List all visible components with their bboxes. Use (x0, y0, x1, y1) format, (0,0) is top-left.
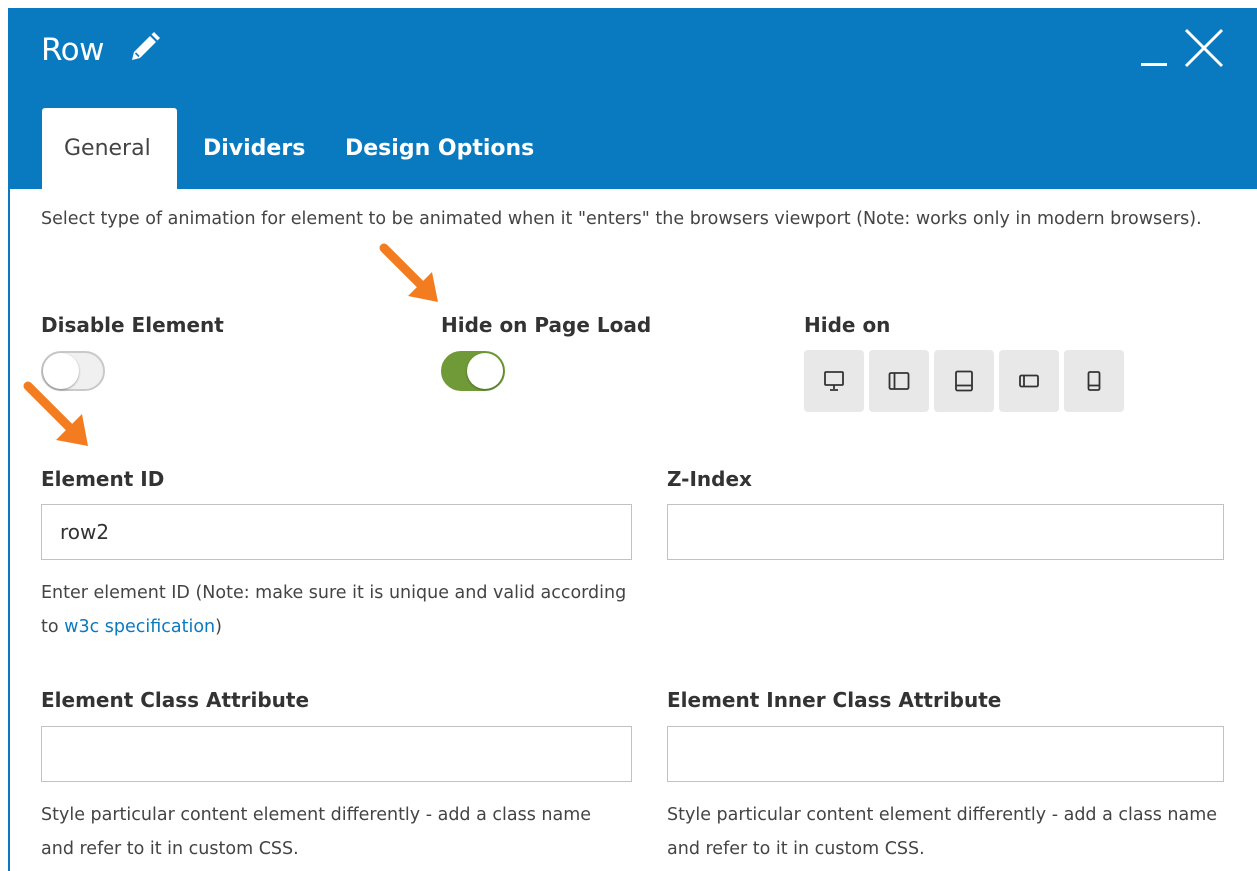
toggle-knob (467, 353, 503, 389)
minimize-icon[interactable] (1141, 63, 1167, 66)
hide-on-page-load-toggle[interactable] (441, 351, 505, 391)
z-index-label: Z-Index (667, 467, 752, 491)
desktop-icon (824, 371, 844, 391)
mobile-landscape-icon (1019, 374, 1039, 388)
annotation-arrow-icon (379, 243, 438, 302)
tablet-portrait-icon (955, 370, 973, 392)
element-inner-class-label: Element Inner Class Attribute (667, 688, 1002, 712)
disable-element-label: Disable Element (41, 313, 224, 337)
close-icon[interactable] (1182, 26, 1226, 70)
row-settings-panel: Row General Dividers Design Options Sele… (8, 8, 1257, 871)
panel-header: Row General Dividers Design Options (10, 8, 1257, 189)
element-id-help: Enter element ID (Note: make sure it is … (41, 576, 641, 644)
tab-dividers[interactable]: Dividers (203, 108, 305, 189)
hide-on-label: Hide on (804, 313, 891, 337)
hide-on-tablet-portrait-button[interactable] (934, 350, 994, 412)
tablet-landscape-icon (888, 372, 910, 390)
tab-general[interactable]: General (42, 108, 177, 189)
w3c-specification-link[interactable]: w3c specification (64, 617, 215, 637)
pencil-icon[interactable] (124, 28, 164, 68)
mobile-portrait-icon (1087, 371, 1101, 391)
element-class-input[interactable] (41, 726, 632, 782)
element-inner-class-input[interactable] (667, 726, 1224, 782)
tab-bar: General Dividers Design Options (10, 108, 1257, 189)
hide-on-desktop-button[interactable] (804, 350, 864, 412)
hide-on-mobile-landscape-button[interactable] (999, 350, 1059, 412)
z-index-input[interactable] (667, 504, 1224, 560)
annotation-arrow-icon (23, 381, 88, 446)
tab-design-options[interactable]: Design Options (345, 108, 534, 189)
hide-on-mobile-portrait-button[interactable] (1064, 350, 1124, 412)
element-id-input[interactable]: row2 (41, 504, 632, 560)
element-inner-class-help: Style particular content element differe… (667, 805, 1218, 859)
general-tab-content: Select type of animation for element to … (10, 189, 1257, 871)
animation-description: Select type of animation for element to … (41, 209, 1202, 229)
element-class-help: Style particular content element differe… (41, 805, 592, 859)
element-id-help-suffix: ) (215, 617, 222, 637)
element-id-label: Element ID (41, 467, 165, 491)
hide-on-tablet-landscape-button[interactable] (869, 350, 929, 412)
panel-title: Row (41, 32, 104, 68)
hide-on-page-load-label: Hide on Page Load (441, 313, 652, 337)
element-class-label: Element Class Attribute (41, 688, 310, 712)
